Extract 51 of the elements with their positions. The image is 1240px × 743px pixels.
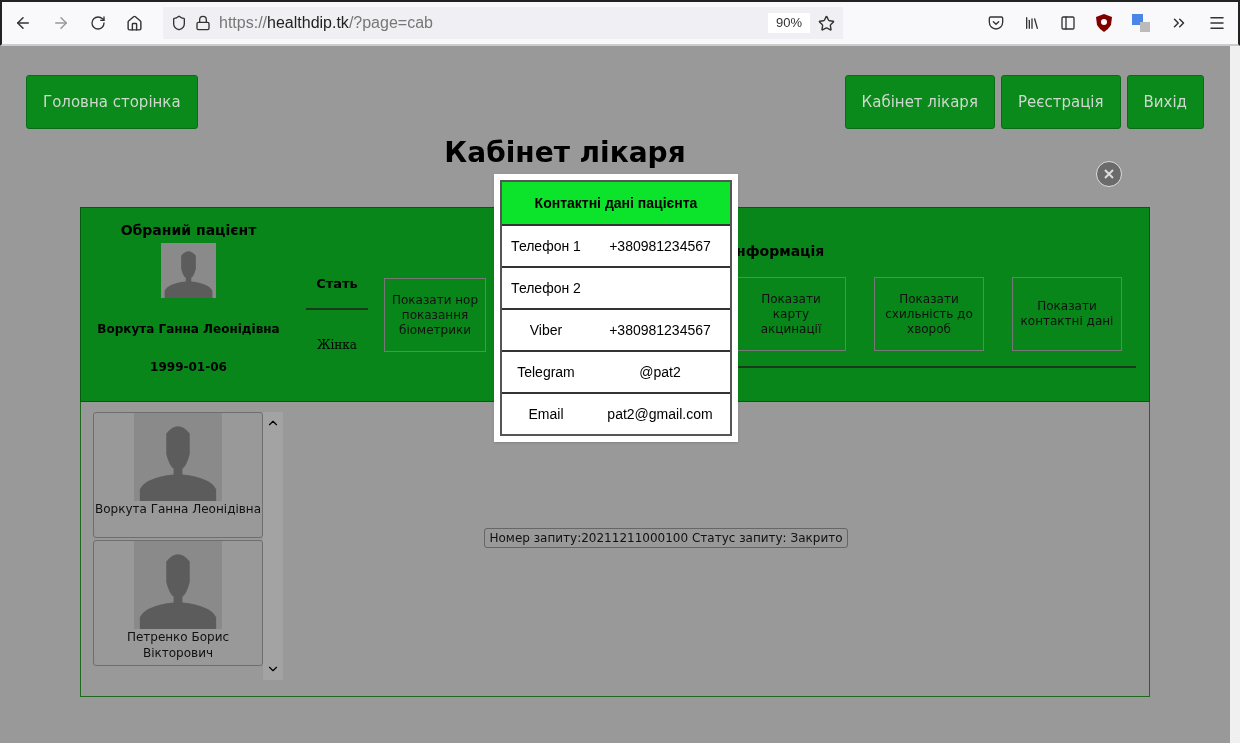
bookmark-icon[interactable]: [818, 14, 835, 32]
page-title: Кабінет лікаря: [444, 135, 686, 171]
close-button[interactable]: [1096, 161, 1122, 187]
list-scrollbar[interactable]: [263, 412, 283, 680]
library-icon[interactable]: [1024, 15, 1040, 31]
contact-label: Email: [527, 405, 565, 423]
nav-button[interactable]: Реєстрація: [1000, 75, 1121, 129]
gender-value: Жінка: [317, 337, 357, 354]
contact-label: Телефон 2: [510, 279, 582, 297]
gender-label: Стать: [316, 275, 358, 293]
close-icon: [1104, 169, 1114, 179]
zoom-level[interactable]: 90%: [767, 13, 810, 33]
translate-extension-icon[interactable]: [1132, 14, 1150, 32]
nav-button[interactable]: Кабінет лікаря: [844, 75, 995, 129]
home-icon[interactable]: [126, 14, 143, 32]
lock-icon: [195, 15, 211, 31]
address-bar[interactable]: https://healthdip.tk/?page=cab 90%: [163, 7, 843, 39]
sidebar-icon[interactable]: [1060, 15, 1076, 31]
shield-icon: [171, 15, 187, 31]
contact-label: Telegram: [516, 363, 576, 381]
patient-name: Воркута Ганна Леонідівна: [97, 321, 280, 338]
contact-label: Телефон 1: [510, 237, 582, 255]
action-button[interactable]: Показати нор показання біометрики: [384, 278, 486, 352]
avatar-icon: [134, 413, 222, 501]
contact-value: pat2@gmail.com: [606, 404, 714, 424]
contact-label: Viber: [528, 321, 564, 339]
menu-icon[interactable]: [1208, 14, 1226, 32]
patient-card[interactable]: Воркута Ганна Леонідівна: [93, 412, 263, 538]
forward-icon[interactable]: [52, 14, 70, 32]
patient-card[interactable]: Петренко Борис Вікторович: [93, 540, 263, 666]
reload-icon[interactable]: [90, 15, 106, 31]
pocket-icon[interactable]: [988, 15, 1004, 31]
nav-button[interactable]: Вихід: [1126, 75, 1204, 129]
card-name: Воркута Ганна Леонідівна: [94, 501, 262, 517]
avatar-icon: [134, 541, 222, 629]
nav-button[interactable]: Головна сторінка: [26, 75, 198, 129]
request-status[interactable]: Номер запиту:20211211000100 Статус запиту: Закрито: [484, 528, 848, 548]
contact-value: @pat2: [638, 362, 682, 382]
card-name: Петренко Борис Вікторович: [125, 629, 231, 661]
contact-value: +380981234567: [608, 320, 712, 340]
action-button[interactable]: Показати контактні дані: [1012, 277, 1122, 351]
section-heading: нформація: [736, 242, 826, 261]
avatar-icon: [161, 243, 216, 298]
shield-extension-icon[interactable]: [1096, 14, 1112, 32]
modal-title: Контактні дані пацієнта: [502, 182, 730, 224]
contact-value: +380981234567: [608, 236, 712, 256]
panel-heading: Обраний пацієнт: [120, 221, 257, 240]
back-icon[interactable]: [14, 14, 32, 32]
action-button[interactable]: Показати схильність до хвороб: [874, 277, 984, 351]
url-text: https://healthdip.tk/?page=cab: [219, 13, 434, 33]
birth-date: 1999-01-06: [150, 359, 227, 376]
